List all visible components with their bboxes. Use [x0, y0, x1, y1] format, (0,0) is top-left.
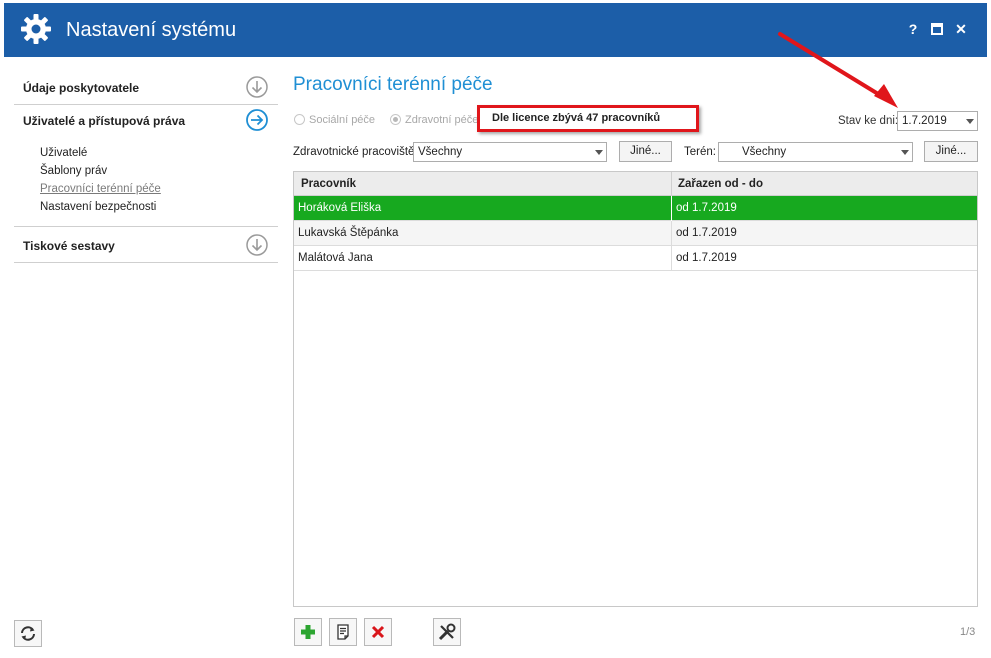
workplace-other-button[interactable]: Jiné...: [619, 141, 672, 162]
sidebar-section-users[interactable]: Uživatelé a přístupová práva: [14, 105, 278, 138]
chevron-down-icon: [966, 119, 974, 124]
edit-button[interactable]: [329, 618, 357, 646]
sidebar-subitems: Uživatelé Šablony práv Pracovníci terénn…: [14, 138, 278, 227]
cell-worker: Horáková Eliška: [298, 202, 382, 214]
page-indicator: 1/3: [960, 626, 976, 638]
refresh-button[interactable]: [14, 620, 42, 647]
radio-social-care[interactable]: Sociální péče: [294, 114, 375, 126]
window-title: Nastavení systému: [66, 19, 237, 41]
sidebar-item-templates[interactable]: Šablony práv: [40, 162, 278, 180]
title-bar: Nastavení systému ? ✕: [4, 3, 987, 57]
table-header: Pracovník Zařazen od - do: [294, 172, 977, 196]
license-notice: Dle licence zbývá 47 pracovníků: [477, 105, 699, 132]
table-row[interactable]: Malátová Jana od 1.7.2019: [294, 246, 977, 271]
workplace-label: Zdravotnické pracoviště:: [293, 146, 418, 158]
tools-button[interactable]: [433, 618, 461, 646]
refresh-icon: [21, 626, 35, 641]
column-divider: [671, 196, 672, 221]
workplace-dropdown[interactable]: Všechny: [413, 142, 607, 162]
page-title: Pracovníci terénní péče: [293, 74, 493, 95]
table-row[interactable]: Lukavská Štěpánka od 1.7.2019: [294, 221, 977, 246]
sidebar-item-field-workers[interactable]: Pracovníci terénní péče: [40, 180, 278, 198]
table-row[interactable]: Horáková Eliška od 1.7.2019: [294, 196, 977, 221]
cell-assigned: od 1.7.2019: [676, 202, 737, 214]
radio-dot: [390, 114, 401, 125]
terrain-other-button[interactable]: Jiné...: [924, 141, 978, 162]
arrow-right-circle-icon[interactable]: [246, 109, 268, 131]
tools-icon: [438, 623, 456, 641]
add-button[interactable]: [294, 618, 322, 646]
radio-label: Sociální péče: [309, 114, 376, 126]
column-header-assigned[interactable]: Zařazen od - do: [678, 178, 763, 190]
maximize-button[interactable]: [928, 20, 946, 38]
chevron-down-icon: [595, 150, 603, 155]
date-value: 1.7.2019: [902, 115, 947, 127]
sidebar: Údaje poskytovatele Uživatelé a přístupo…: [14, 72, 278, 263]
radio-label: Zdravotní péče: [405, 114, 478, 126]
cell-assigned: od 1.7.2019: [676, 252, 737, 264]
terrain-dropdown[interactable]: Všechny: [718, 142, 913, 162]
terrain-label: Terén:: [684, 146, 716, 158]
arrow-down-circle-icon[interactable]: [246, 234, 268, 256]
radio-dot: [294, 114, 305, 125]
sidebar-item-users[interactable]: Uživatelé: [40, 144, 278, 162]
workers-table: Pracovník Zařazen od - do Horáková Elišk…: [293, 171, 978, 607]
column-divider: [671, 172, 672, 196]
sidebar-section-provider[interactable]: Údaje poskytovatele: [14, 72, 278, 105]
gear-icon: [21, 14, 51, 44]
column-divider: [671, 246, 672, 271]
date-label: Stav ke dni:: [838, 115, 899, 127]
sidebar-section-label: Uživatelé a přístupová práva: [23, 114, 186, 128]
delete-x-icon: [371, 625, 385, 639]
cell-worker: Malátová Jana: [298, 252, 373, 264]
help-button[interactable]: ?: [904, 20, 922, 38]
close-button[interactable]: ✕: [952, 20, 970, 38]
radio-health-care[interactable]: Zdravotní péče: [390, 114, 478, 126]
workplace-value: Všechny: [418, 146, 463, 158]
sidebar-section-label: Údaje poskytovatele: [23, 81, 140, 95]
maximize-icon: [931, 23, 943, 35]
plus-icon: [301, 625, 315, 639]
delete-button[interactable]: [364, 618, 392, 646]
terrain-value: Všechny: [742, 146, 787, 158]
date-dropdown[interactable]: 1.7.2019: [897, 111, 978, 131]
column-divider: [671, 221, 672, 246]
document-icon: [337, 624, 349, 640]
sidebar-section-reports[interactable]: Tiskové sestavy: [14, 227, 278, 263]
sidebar-item-security[interactable]: Nastavení bezpečnosti: [40, 198, 278, 216]
sidebar-section-label: Tiskové sestavy: [23, 239, 115, 253]
column-header-worker[interactable]: Pracovník: [301, 178, 356, 190]
cell-worker: Lukavská Štěpánka: [298, 227, 399, 239]
arrow-down-circle-icon[interactable]: [246, 76, 268, 98]
chevron-down-icon: [901, 150, 909, 155]
cell-assigned: od 1.7.2019: [676, 227, 737, 239]
